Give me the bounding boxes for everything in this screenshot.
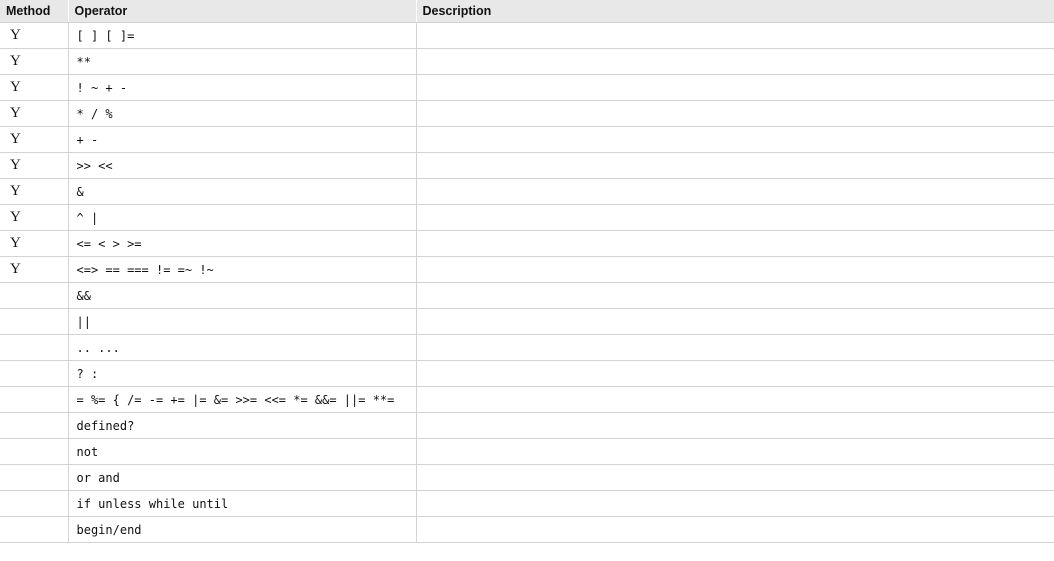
table-row: = %= { /= -= += |= &= >>= <<= *= &&= ||=… <box>0 386 1054 413</box>
description-cell <box>416 256 1054 283</box>
method-cell <box>0 386 69 413</box>
description-cell <box>416 282 1054 309</box>
method-cell <box>0 438 69 465</box>
method-cell <box>0 360 69 387</box>
table-row: Y <= < > >= <box>0 230 1054 257</box>
method-cell: Y <box>0 152 69 179</box>
description-cell <box>416 152 1054 179</box>
description-cell <box>416 48 1054 75</box>
operator-cell: defined? <box>68 412 417 439</box>
column-header-method: Method <box>0 0 69 23</box>
description-cell <box>416 204 1054 231</box>
method-cell: Y <box>0 256 69 283</box>
method-cell <box>0 308 69 335</box>
table-row: or and <box>0 464 1054 491</box>
method-cell: Y <box>0 48 69 75</box>
operator-cell: ^ | <box>68 204 417 231</box>
operator-cell: * / % <box>68 100 417 127</box>
description-cell <box>416 516 1054 543</box>
table-row: ? : <box>0 360 1054 387</box>
description-cell <box>416 386 1054 413</box>
table-row: Y >> << <box>0 152 1054 179</box>
table-row: && <box>0 282 1054 309</box>
method-cell: Y <box>0 230 69 257</box>
method-cell: Y <box>0 74 69 101</box>
method-cell <box>0 490 69 517</box>
description-cell <box>416 412 1054 439</box>
description-cell <box>416 308 1054 335</box>
operator-cell: <=> == === != =~ !~ <box>68 256 417 283</box>
operator-cell: = %= { /= -= += |= &= >>= <<= *= &&= ||=… <box>68 386 417 413</box>
method-cell <box>0 282 69 309</box>
operator-cell: not <box>68 438 417 465</box>
operator-cell: begin/end <box>68 516 417 543</box>
method-cell <box>0 464 69 491</box>
table-row: if unless while until <box>0 490 1054 517</box>
operator-cell: <= < > >= <box>68 230 417 257</box>
table-row: .. ... <box>0 334 1054 361</box>
method-cell: Y <box>0 100 69 127</box>
method-cell: Y <box>0 126 69 153</box>
operator-cell: ? : <box>68 360 417 387</box>
operator-precedence-table: Method Operator Description Y[ ] [ ]= Y **… <box>0 0 1054 543</box>
operator-cell: + - <box>68 126 417 153</box>
table-row: Y ** <box>0 48 1054 75</box>
table-row: Y ^ | <box>0 204 1054 231</box>
description-cell <box>416 100 1054 127</box>
operator-cell: >> << <box>68 152 417 179</box>
operator-cell: ** <box>68 48 417 75</box>
operator-cell: .. ... <box>68 334 417 361</box>
operator-cell: && <box>68 282 417 309</box>
operator-cell: if unless while until <box>68 490 417 517</box>
description-cell <box>416 464 1054 491</box>
table-header-row: Method Operator Description <box>0 0 1054 23</box>
description-cell <box>416 334 1054 361</box>
method-cell <box>0 516 69 543</box>
description-cell <box>416 74 1054 101</box>
description-cell <box>416 230 1054 257</box>
table-row: Y <=> == === != =~ !~ <box>0 256 1054 283</box>
operator-cell: or and <box>68 464 417 491</box>
description-cell <box>416 438 1054 465</box>
operator-cell: ! ~ + - <box>68 74 417 101</box>
table-row: Y & <box>0 178 1054 205</box>
table-row: Y + - <box>0 126 1054 153</box>
method-cell: Y <box>0 22 69 49</box>
description-cell <box>416 22 1054 49</box>
method-cell <box>0 334 69 361</box>
method-cell <box>0 412 69 439</box>
description-cell <box>416 126 1054 153</box>
description-cell <box>416 360 1054 387</box>
table-row: begin/end <box>0 516 1054 543</box>
operator-cell: & <box>68 178 417 205</box>
table-row: not <box>0 438 1054 465</box>
column-header-operator: Operator <box>68 0 417 23</box>
table-row: Y * / % <box>0 100 1054 127</box>
method-cell: Y <box>0 178 69 205</box>
table-body: Y[ ] [ ]= Y ** Y! ~ + - Y * / % Y + - Y >> << Y & Y ^… <box>0 22 1054 543</box>
column-header-description: Description <box>416 0 1054 23</box>
operator-cell: [ ] [ ]= <box>68 22 417 49</box>
table-row: || <box>0 308 1054 335</box>
table-row: defined? <box>0 412 1054 439</box>
description-cell <box>416 178 1054 205</box>
table-row: Y! ~ + - <box>0 74 1054 101</box>
description-cell <box>416 490 1054 517</box>
operator-cell: || <box>68 308 417 335</box>
method-cell: Y <box>0 204 69 231</box>
table-row: Y[ ] [ ]= <box>0 22 1054 49</box>
